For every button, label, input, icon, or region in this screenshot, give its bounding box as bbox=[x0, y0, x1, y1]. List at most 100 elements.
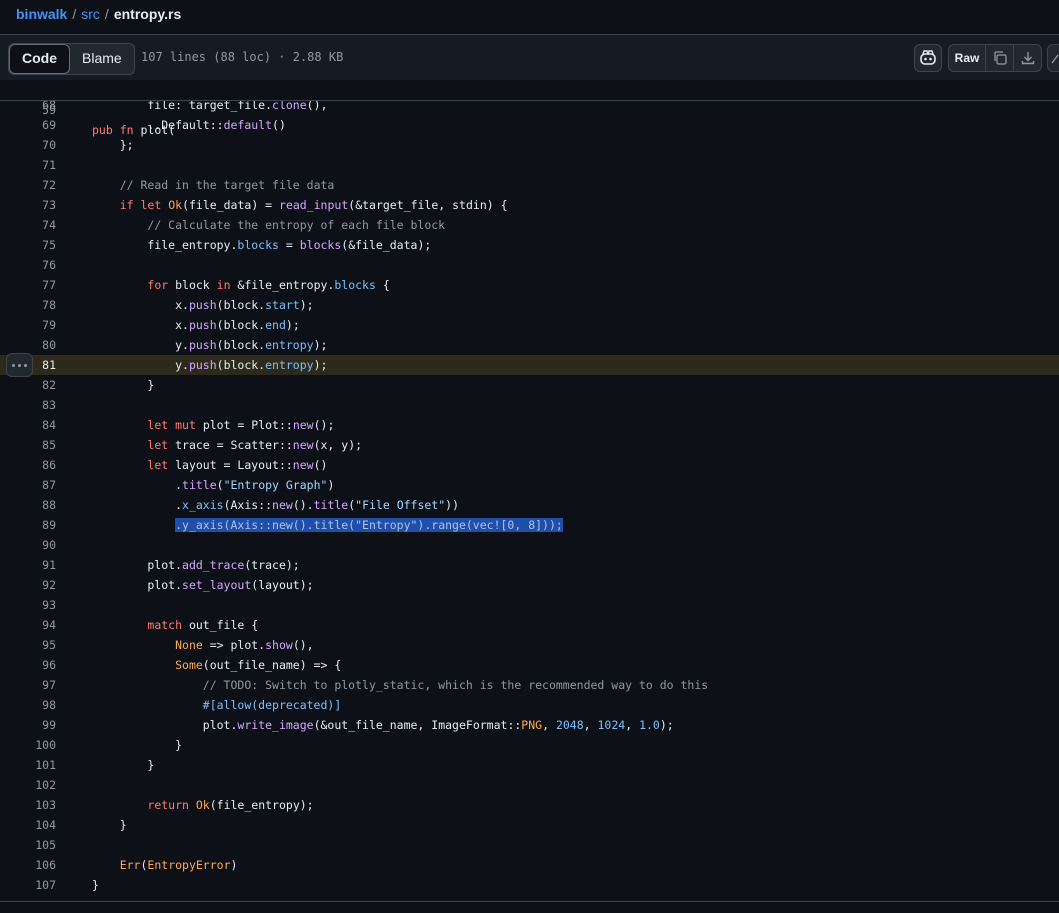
line-number[interactable]: 94 bbox=[0, 615, 56, 635]
code-line[interactable]: 78 x.push(block.start); bbox=[0, 295, 1059, 315]
code-line[interactable]: 76 bbox=[0, 255, 1059, 275]
code-line[interactable]: 91 plot.add_trace(trace); bbox=[0, 555, 1059, 575]
line-number[interactable]: 88 bbox=[0, 495, 56, 515]
code-line[interactable]: 98 #[allow(deprecated)] bbox=[0, 695, 1059, 715]
line-number[interactable]: 85 bbox=[0, 435, 56, 455]
line-number[interactable]: 79 bbox=[0, 315, 56, 335]
code-line[interactable]: 84 let mut plot = Plot::new(); bbox=[0, 415, 1059, 435]
breadcrumb-current-file: entropy.rs bbox=[113, 6, 182, 22]
line-number[interactable]: 84 bbox=[0, 415, 56, 435]
line-code: let mut plot = Plot::new(); bbox=[147, 418, 335, 432]
line-number[interactable]: 83 bbox=[0, 395, 56, 415]
line-number[interactable]: 87 bbox=[0, 475, 56, 495]
file-meta: 107 lines (88 loc) · 2.88 KB bbox=[141, 50, 344, 64]
code-line[interactable]: 72 // Read in the target file data bbox=[0, 175, 1059, 195]
dot bbox=[24, 363, 27, 367]
code-line[interactable]: 88 .x_axis(Axis::new().title("File Offse… bbox=[0, 495, 1059, 515]
code-line[interactable]: 106 Err(EntropyError) bbox=[0, 855, 1059, 875]
code-line[interactable]: 79 x.push(block.end); bbox=[0, 315, 1059, 335]
code-line[interactable]: 101 } bbox=[0, 755, 1059, 775]
line-number[interactable]: 96 bbox=[0, 655, 56, 675]
line-number[interactable]: 102 bbox=[0, 775, 56, 795]
code-line[interactable]: 99 plot.write_image(&out_file_name, Imag… bbox=[0, 715, 1059, 735]
line-number[interactable]: 98 bbox=[0, 695, 56, 715]
copilot-button[interactable] bbox=[914, 44, 942, 72]
line-number[interactable]: 74 bbox=[0, 215, 56, 235]
line-number[interactable]: 101 bbox=[0, 755, 56, 775]
line-number[interactable]: 99 bbox=[0, 715, 56, 735]
code-line[interactable]: 93 bbox=[0, 595, 1059, 615]
code-line[interactable]: 81 y.push(block.entropy); bbox=[0, 355, 1059, 375]
code-line[interactable]: 107} bbox=[0, 875, 1059, 895]
line-number[interactable]: 89 bbox=[0, 515, 56, 535]
line-number[interactable]: 86 bbox=[0, 455, 56, 475]
code-line[interactable]: 87 .title("Entropy Graph") bbox=[0, 475, 1059, 495]
line-code: None => plot.show(), bbox=[175, 638, 314, 652]
code-line[interactable]: 100 } bbox=[0, 735, 1059, 755]
code-line[interactable]: 104 } bbox=[0, 815, 1059, 835]
dot bbox=[18, 363, 21, 367]
breadcrumb-folder-link[interactable]: src bbox=[81, 6, 100, 22]
line-code: Err(EntropyError) bbox=[119, 858, 238, 872]
line-number[interactable]: 104 bbox=[0, 815, 56, 835]
code-line[interactable]: 74 // Calculate the entropy of each file… bbox=[0, 215, 1059, 235]
line-number[interactable]: 77 bbox=[0, 275, 56, 295]
code-line[interactable]: 89 .y_axis(Axis::new().title("Entropy").… bbox=[0, 515, 1059, 535]
raw-button[interactable]: Raw bbox=[949, 45, 985, 71]
line-number[interactable]: 103 bbox=[0, 795, 56, 815]
code-line[interactable]: 82 } bbox=[0, 375, 1059, 395]
edit-button[interactable] bbox=[1047, 44, 1059, 72]
line-number[interactable]: 106 bbox=[0, 855, 56, 875]
code-line[interactable]: 96 Some(out_file_name) => { bbox=[0, 655, 1059, 675]
line-number[interactable]: 72 bbox=[0, 175, 56, 195]
sticky-line: 59 pub fn plot( bbox=[0, 80, 1059, 137]
line-number[interactable]: 107 bbox=[0, 875, 56, 895]
code-line[interactable]: 94 match out_file { bbox=[0, 615, 1059, 635]
breadcrumb-repo-link[interactable]: binwalk bbox=[16, 6, 67, 22]
blame-tab[interactable]: Blame bbox=[70, 44, 134, 74]
code-tab[interactable]: Code bbox=[9, 44, 70, 74]
line-code: file_entropy.blocks = blocks(&file_data)… bbox=[92, 238, 432, 252]
sticky-function-header[interactable]: 59 pub fn plot( bbox=[0, 80, 1059, 137]
divider bbox=[0, 901, 1059, 902]
code-line[interactable]: 105 bbox=[0, 835, 1059, 855]
line-code: } bbox=[92, 738, 183, 752]
copy-button[interactable] bbox=[985, 45, 1013, 71]
line-number[interactable]: 97 bbox=[0, 675, 56, 695]
line-number[interactable]: 105 bbox=[0, 835, 56, 855]
code-line[interactable]: 85 let trace = Scatter::new(x, y); bbox=[0, 435, 1059, 455]
code-view[interactable]: 68 file: target_file.clone(), 69 ..Defaul… bbox=[0, 95, 1059, 895]
code-line[interactable]: 103 return Ok(file_entropy); bbox=[0, 795, 1059, 815]
code-line[interactable]: 102 bbox=[0, 775, 1059, 795]
line-number[interactable]: 92 bbox=[0, 575, 56, 595]
line-number[interactable]: 93 bbox=[0, 595, 56, 615]
line-number[interactable]: 95 bbox=[0, 635, 56, 655]
line-code: x.push(block.end); bbox=[92, 318, 300, 332]
line-number[interactable]: 82 bbox=[0, 375, 56, 395]
line-code: Some(out_file_name) => { bbox=[175, 658, 342, 672]
line-code: .y_axis(Axis::new().title("Entropy").ran… bbox=[175, 518, 563, 532]
code-line[interactable]: 73 if let Ok(file_data) = read_input(&ta… bbox=[0, 195, 1059, 215]
code-line[interactable]: 95 None => plot.show(), bbox=[0, 635, 1059, 655]
download-button[interactable] bbox=[1013, 45, 1041, 71]
line-number[interactable]: 75 bbox=[0, 235, 56, 255]
code-line[interactable]: 92 plot.set_layout(layout); bbox=[0, 575, 1059, 595]
line-number[interactable]: 78 bbox=[0, 295, 56, 315]
line-options-button[interactable] bbox=[6, 353, 33, 377]
line-number[interactable]: 76 bbox=[0, 255, 56, 275]
code-line[interactable]: 71 bbox=[0, 155, 1059, 175]
code-line[interactable]: 77 for block in &file_entropy.blocks { bbox=[0, 275, 1059, 295]
line-number[interactable]: 80 bbox=[0, 335, 56, 355]
code-line[interactable]: 90 bbox=[0, 535, 1059, 555]
line-number[interactable]: 91 bbox=[0, 555, 56, 575]
code-line[interactable]: 80 y.push(block.entropy); bbox=[0, 335, 1059, 355]
line-code: } bbox=[92, 818, 127, 832]
line-number[interactable]: 73 bbox=[0, 195, 56, 215]
code-line[interactable]: 97 // TODO: Switch to plotly_static, whi… bbox=[0, 675, 1059, 695]
top-bar: binwalk / src / entropy.rs bbox=[0, 0, 1059, 34]
code-line[interactable]: 75 file_entropy.blocks = blocks(&file_da… bbox=[0, 235, 1059, 255]
code-line[interactable]: 83 bbox=[0, 395, 1059, 415]
code-line[interactable]: 86 let layout = Layout::new() bbox=[0, 455, 1059, 475]
line-number[interactable]: 90 bbox=[0, 535, 56, 555]
line-number[interactable]: 100 bbox=[0, 735, 56, 755]
